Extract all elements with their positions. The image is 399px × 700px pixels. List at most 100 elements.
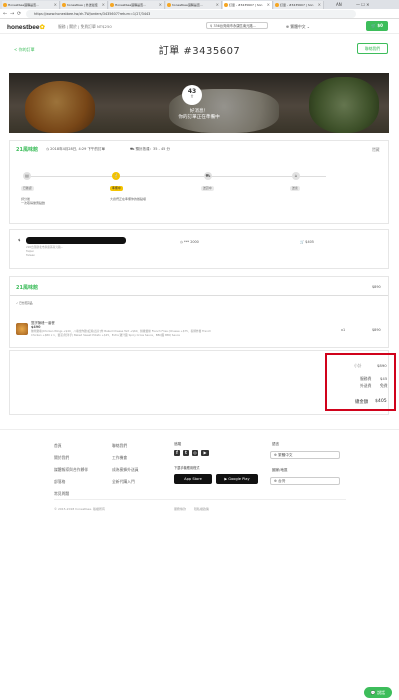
hero-line-2: 你的訂單正在準備中 [178,115,220,120]
close-icon[interactable]: × [102,1,105,9]
footer-language-select[interactable]: ⊕ 繁體中文 [270,451,340,459]
back-icon[interactable]: ← [3,10,7,18]
terms-link[interactable]: 服務條款 [174,507,186,511]
progress-line [26,176,326,177]
tab-title: Honestbee迴購是否... [115,3,147,7]
user-badge[interactable]: AN [336,0,342,9]
youtube-icon[interactable]: ▶ [201,450,209,456]
timer-unit: 分 [190,95,194,98]
hero-banner: 43 分 好消息！ 你的訂單正在準備中 [9,73,389,133]
google-play-badge[interactable]: ▶ Google Play [216,474,258,484]
browser-tab[interactable]: honestbee迴購是否... × [166,1,222,9]
favicon-icon [110,3,114,7]
country-title: 國家/地區 [272,468,288,472]
browser-tab[interactable]: 訂單 - #3435607 | hon × [274,1,324,9]
footer-divider [54,499,346,500]
cart-button[interactable]: 🛒 $0 [366,21,388,31]
summary-delivery-value: 免費 [380,383,388,388]
browser-tab[interactable]: honestbee | 外送最佳 × [61,1,108,9]
close-icon[interactable]: × [216,1,219,9]
close-icon[interactable]: × [318,1,321,9]
delivery-address-card: $ 220台灣新北市永康區南元路... Taipei Taiwan ◷ *** … [9,229,389,269]
item-thumbnail [16,323,28,335]
favicon-icon [275,3,279,7]
item-quantity: x1 [341,328,346,332]
order-date: ◷ 2018年4月28日, 4:29 下午的訂單 [46,147,105,151]
favicon-icon [62,3,66,7]
footer-link-faq[interactable]: 常見問題 [54,491,69,497]
item-total: $890 [372,328,381,332]
summary-total-value: $405 [375,399,387,404]
footer-link-concierge[interactable]: 全新代購入門 [112,479,135,485]
order-eta: ⛟ 預計抵達：35 - 45 分 [130,147,171,151]
summary-service-value: $45 [380,376,388,381]
reload-icon[interactable]: ⟳ [17,10,21,18]
items-shop-name: 21風味館 [16,285,38,291]
favicon-icon [224,3,228,7]
footer-link-about[interactable]: 關於我們 [54,455,69,461]
download-title: 下載手機應用程式 [174,466,200,470]
order-status-card: 21風味館 ◷ 2018年4月28日, 4:29 下午的訂單 ⛟ 預計抵達：35… [9,140,389,224]
bee-icon: ✿ [39,24,45,31]
timer-value: 43 [187,88,197,95]
delivery-time: ◷ *** 2000 [180,240,199,244]
step-preparing-label: 準備中 [110,186,123,191]
favicon-icon [167,3,171,7]
chat-button[interactable]: 💬 說話 [364,687,392,698]
order-items-card: 21風味館 $890 ✓ 已分配貨品 雙拼陳峰一番餐 $490 無骨雞塊(Chi… [9,276,389,348]
shop-name: 21風味館 [16,147,38,153]
footer-link-contact[interactable]: 聯絡我們 [112,443,127,449]
close-icon[interactable]: × [159,1,162,9]
close-icon[interactable]: × [267,1,270,9]
order-amount: 🛒 $405 [300,240,314,244]
step-delivering-label: 送貨中 [201,186,214,191]
items-subtotal: $890 [372,285,381,289]
location-selector[interactable]: ♀ 336台灣南市永康區南元路... [206,22,268,29]
step-confirmed-desc: 評分後 一次取得優惠點數 [21,197,46,205]
footer-link-blog[interactable]: 部落格 [54,479,65,485]
step-confirmed-icon: ▤ [23,172,31,180]
instagram-icon[interactable]: ◎ [192,450,198,456]
address-line-3: Taiwan [26,253,36,257]
footer-link-home[interactable]: 首頁 [54,443,62,449]
step-delivering-icon: ⛟ [204,172,212,180]
privacy-link[interactable]: 隱私權政策 [194,507,209,511]
logo-text: honestbee [7,24,40,31]
language-selector[interactable]: ⊕ 繁體中文 ⌄ [286,24,310,30]
url-input[interactable]: https://www.honestbee.tw/zh-TW/orders/34… [26,10,356,18]
app-store-badge[interactable]: App Store [174,474,212,484]
tab-title: honestbee | 外送最佳 [67,3,98,7]
summary-total-label: 總金額 [355,400,369,405]
footer-link-press[interactable]: 媒體報導與合作夥伴 [54,467,88,473]
close-icon[interactable]: × [54,1,57,9]
browser-tab[interactable]: Honestbee迴購是否... × [2,1,60,9]
summary-service-label: 服務費 [360,376,372,381]
divider [10,295,388,296]
browser-tab[interactable]: Honestbee迴購是否... × [109,1,165,9]
item-options-2: Chicken +$80 x 1、薯泥(附洋芋) Baked Sweet Pot… [31,333,180,337]
forward-icon[interactable]: → [10,10,14,18]
step-preparing-icon: 🍴 [112,172,120,180]
header-nav[interactable]: 服務 | 關於 | 免費訂單 NT$250 [58,24,112,30]
tab-title: 訂單 - #3435607 | hon [280,3,314,7]
footer-link-shopper[interactable]: 成為蜜蜂外送員 [112,467,139,473]
contact-us-button[interactable]: 聯絡我們 [357,43,388,54]
step-delivered-label: 送達 [290,186,300,191]
address-icon: $ [18,238,21,242]
facebook-icon[interactable]: f [174,450,180,456]
footer-country-select[interactable]: ⊕ 台灣 [270,477,340,485]
hero-overlay [9,73,389,133]
favicon-icon [3,3,7,7]
step-delivered-icon: ⌂ [292,172,300,180]
honestbee-logo[interactable]: honestbee✿ [7,23,45,31]
twitter-icon[interactable]: t [183,450,189,456]
allocation-note: ✓ 已分配貨品 [16,301,33,305]
redacted-address [26,237,126,244]
toggle-details-link[interactable]: 隱藏 [372,147,380,153]
browser-tab-active[interactable]: 訂單 - #3435607 | hon × [223,1,273,9]
footer-link-careers[interactable]: 工作機會 [112,455,127,461]
window-controls[interactable]: — ☐ ✕ [356,0,369,9]
tab-title: Honestbee迴購是否... [8,3,40,7]
copyright: © 2015-2018 honestbee. 版權所有 [54,507,105,511]
summary-subtotal-value: $890 [377,363,387,368]
